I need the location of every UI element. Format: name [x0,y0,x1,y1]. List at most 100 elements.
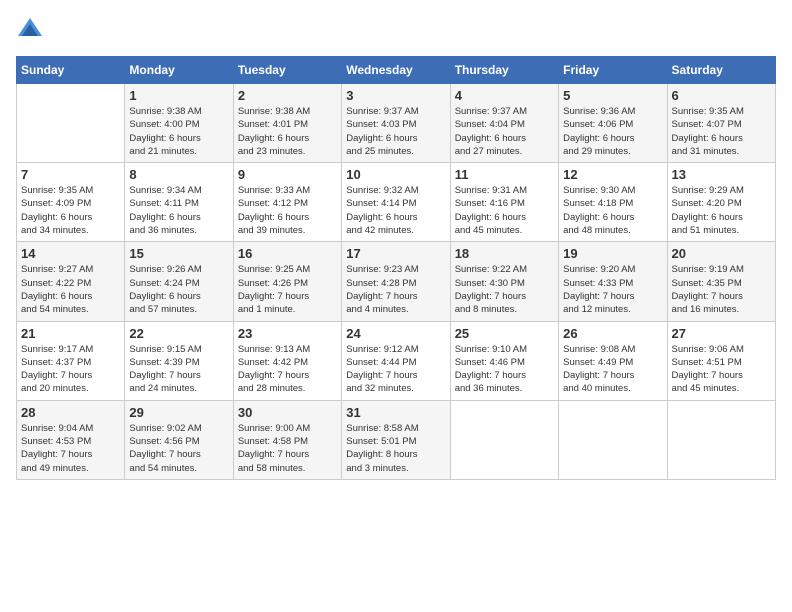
day-number: 23 [238,326,337,341]
calendar-cell: 27 Sunrise: 9:06 AM Sunset: 4:51 PM Dayli… [667,321,775,400]
day-number: 31 [346,405,445,420]
weekday-header-saturday: Saturday [667,57,775,84]
day-number: 21 [21,326,120,341]
day-number: 17 [346,246,445,261]
weekday-header-wednesday: Wednesday [342,57,450,84]
day-number: 27 [672,326,771,341]
day-number: 29 [129,405,228,420]
cell-info: Sunrise: 9:30 AM Sunset: 4:18 PM Dayligh… [563,184,662,237]
calendar-cell: 1Sunrise: 9:38 AM Sunset: 4:00 PM Daylig… [125,84,233,163]
cell-info: Sunrise: 9:13 AM Sunset: 4:42 PM Dayligh… [238,343,337,396]
calendar-cell: 28 Sunrise: 9:04 AM Sunset: 4:53 PM Dayli… [17,400,125,479]
day-number: 4 [455,88,554,103]
day-number: 14 [21,246,120,261]
weekday-header-thursday: Thursday [450,57,558,84]
calendar-cell: 23 Sunrise: 9:13 AM Sunset: 4:42 PM Dayli… [233,321,341,400]
calendar-cell: 7 Sunrise: 9:35 AM Sunset: 4:09 PM Daylig… [17,163,125,242]
calendar-cell: 29 Sunrise: 9:02 AM Sunset: 4:56 PM Dayli… [125,400,233,479]
day-number: 11 [455,167,554,182]
calendar-cell: 8 Sunrise: 9:34 AM Sunset: 4:11 PM Daylig… [125,163,233,242]
calendar-cell: 17 Sunrise: 9:23 AM Sunset: 4:28 PM Dayli… [342,242,450,321]
cell-info: Sunrise: 9:22 AM Sunset: 4:30 PM Dayligh… [455,263,554,316]
calendar-cell: 21 Sunrise: 9:17 AM Sunset: 4:37 PM Dayli… [17,321,125,400]
weekday-header-friday: Friday [559,57,667,84]
calendar-cell: 20 Sunrise: 9:19 AM Sunset: 4:35 PM Dayli… [667,242,775,321]
day-number: 13 [672,167,771,182]
calendar-cell [17,84,125,163]
calendar-table: SundayMondayTuesdayWednesdayThursdayFrid… [16,56,776,480]
day-number: 9 [238,167,337,182]
calendar-cell: 9 Sunrise: 9:33 AM Sunset: 4:12 PM Daylig… [233,163,341,242]
calendar-cell: 11 Sunrise: 9:31 AM Sunset: 4:16 PM Dayli… [450,163,558,242]
day-number: 28 [21,405,120,420]
calendar-cell [450,400,558,479]
cell-info: Sunrise: 9:10 AM Sunset: 4:46 PM Dayligh… [455,343,554,396]
calendar-cell: 5 Sunrise: 9:36 AM Sunset: 4:06 PM Daylig… [559,84,667,163]
day-number: 8 [129,167,228,182]
calendar-cell: 10 Sunrise: 9:32 AM Sunset: 4:14 PM Dayli… [342,163,450,242]
cell-info: Sunrise: 9:36 AM Sunset: 4:06 PM Dayligh… [563,105,662,158]
day-number: 5 [563,88,662,103]
cell-info: Sunrise: 9:33 AM Sunset: 4:12 PM Dayligh… [238,184,337,237]
day-number: 18 [455,246,554,261]
calendar-cell: 6Sunrise: 9:35 AM Sunset: 4:07 PM Daylig… [667,84,775,163]
day-number: 3 [346,88,445,103]
calendar-cell: 25 Sunrise: 9:10 AM Sunset: 4:46 PM Dayli… [450,321,558,400]
calendar-cell: 30Sunrise: 9:00 AM Sunset: 4:58 PM Dayli… [233,400,341,479]
header [16,16,776,44]
cell-info: Sunrise: 9:15 AM Sunset: 4:39 PM Dayligh… [129,343,228,396]
cell-info: Sunrise: 9:12 AM Sunset: 4:44 PM Dayligh… [346,343,445,396]
day-number: 22 [129,326,228,341]
cell-info: Sunrise: 9:32 AM Sunset: 4:14 PM Dayligh… [346,184,445,237]
cell-info: Sunrise: 9:19 AM Sunset: 4:35 PM Dayligh… [672,263,771,316]
cell-info: Sunrise: 9:31 AM Sunset: 4:16 PM Dayligh… [455,184,554,237]
day-number: 2 [238,88,337,103]
weekday-header-sunday: Sunday [17,57,125,84]
calendar-cell: 16 Sunrise: 9:25 AM Sunset: 4:26 PM Dayli… [233,242,341,321]
calendar-cell: 31 Sunrise: 8:58 AM Sunset: 5:01 PM Dayli… [342,400,450,479]
logo-icon [16,16,44,44]
cell-info: Sunrise: 9:37 AM Sunset: 4:03 PM Dayligh… [346,105,445,158]
cell-info: Sunrise: 9:34 AM Sunset: 4:11 PM Dayligh… [129,184,228,237]
calendar-cell [667,400,775,479]
calendar-cell: 12 Sunrise: 9:30 AM Sunset: 4:18 PM Dayli… [559,163,667,242]
cell-info: Sunrise: 9:35 AM Sunset: 4:07 PM Dayligh… [672,105,771,158]
cell-info: Sunrise: 9:29 AM Sunset: 4:20 PM Dayligh… [672,184,771,237]
cell-info: Sunrise: 9:26 AM Sunset: 4:24 PM Dayligh… [129,263,228,316]
cell-info: Sunrise: 9:04 AM Sunset: 4:53 PM Dayligh… [21,422,120,475]
cell-info: Sunrise: 9:23 AM Sunset: 4:28 PM Dayligh… [346,263,445,316]
day-number: 10 [346,167,445,182]
calendar-cell: 3 Sunrise: 9:37 AM Sunset: 4:03 PM Daylig… [342,84,450,163]
day-number: 15 [129,246,228,261]
day-number: 7 [21,167,120,182]
cell-info: Sunrise: 9:35 AM Sunset: 4:09 PM Dayligh… [21,184,120,237]
calendar-cell: 24 Sunrise: 9:12 AM Sunset: 4:44 PM Dayli… [342,321,450,400]
calendar-cell: 26 Sunrise: 9:08 AM Sunset: 4:49 PM Dayli… [559,321,667,400]
weekday-header-tuesday: Tuesday [233,57,341,84]
calendar-cell: 18 Sunrise: 9:22 AM Sunset: 4:30 PM Dayli… [450,242,558,321]
day-number: 24 [346,326,445,341]
cell-info: Sunrise: 9:20 AM Sunset: 4:33 PM Dayligh… [563,263,662,316]
calendar-cell: 13 Sunrise: 9:29 AM Sunset: 4:20 PM Dayli… [667,163,775,242]
cell-info: Sunrise: 9:08 AM Sunset: 4:49 PM Dayligh… [563,343,662,396]
day-number: 16 [238,246,337,261]
cell-info: Sunrise: 9:17 AM Sunset: 4:37 PM Dayligh… [21,343,120,396]
cell-info: Sunrise: 9:02 AM Sunset: 4:56 PM Dayligh… [129,422,228,475]
calendar-cell: 19 Sunrise: 9:20 AM Sunset: 4:33 PM Dayli… [559,242,667,321]
day-number: 19 [563,246,662,261]
cell-info: Sunrise: 8:58 AM Sunset: 5:01 PM Dayligh… [346,422,445,475]
cell-info: Sunrise: 9:27 AM Sunset: 4:22 PM Dayligh… [21,263,120,316]
calendar-cell: 2 Sunrise: 9:38 AM Sunset: 4:01 PM Daylig… [233,84,341,163]
cell-info: Sunrise: 9:25 AM Sunset: 4:26 PM Dayligh… [238,263,337,316]
day-number: 26 [563,326,662,341]
day-number: 25 [455,326,554,341]
cell-info: Sunrise: 9:06 AM Sunset: 4:51 PM Dayligh… [672,343,771,396]
day-number: 20 [672,246,771,261]
cell-info: Sunrise: 9:38 AM Sunset: 4:01 PM Dayligh… [238,105,337,158]
calendar-cell: 22 Sunrise: 9:15 AM Sunset: 4:39 PM Dayli… [125,321,233,400]
logo [16,16,48,44]
weekday-header-monday: Monday [125,57,233,84]
calendar-cell [559,400,667,479]
day-number: 12 [563,167,662,182]
calendar-cell: 15 Sunrise: 9:26 AM Sunset: 4:24 PM Dayli… [125,242,233,321]
